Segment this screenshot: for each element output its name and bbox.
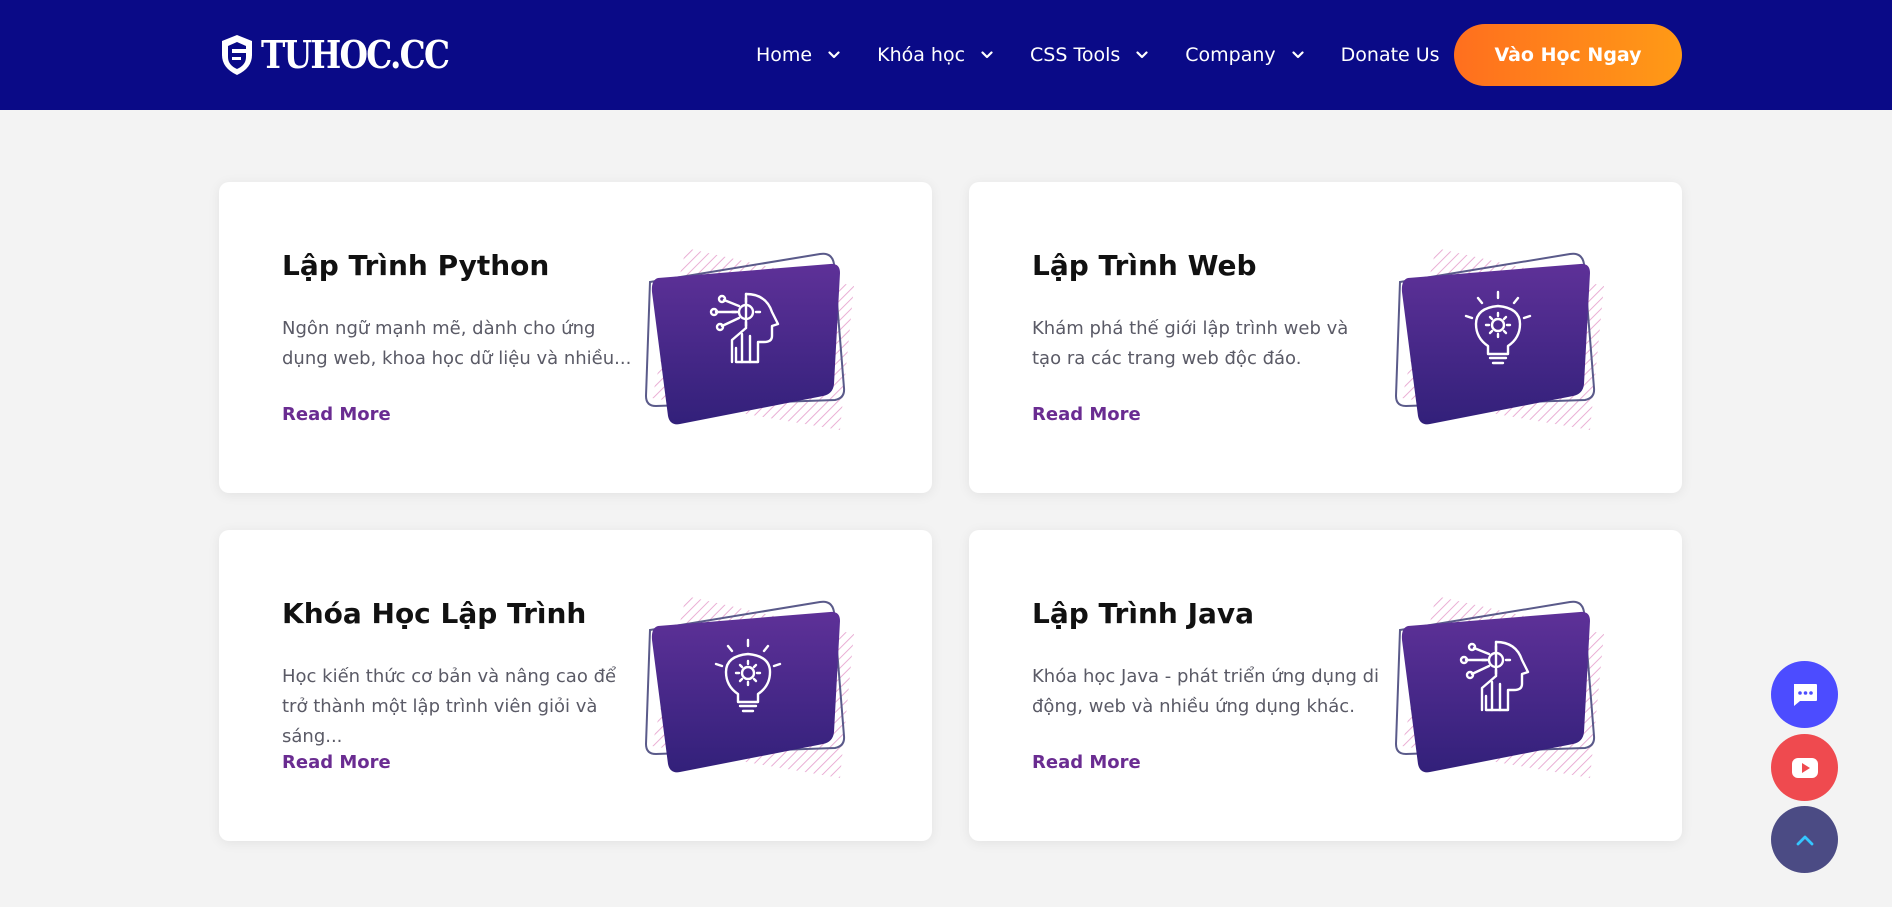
course-card: Khóa Học Lập Trình Học kiến thức cơ bản … xyxy=(219,530,932,841)
nav-item-label: CSS Tools xyxy=(1030,44,1121,66)
read-more-link[interactable]: Read More xyxy=(282,752,391,773)
scroll-to-top-button[interactable] xyxy=(1771,806,1838,873)
course-card: Lập Trình Java Khóa học Java - phát triể… xyxy=(969,530,1682,841)
lightbulb-gear-icon xyxy=(1464,290,1532,365)
chevron-down-icon xyxy=(1136,51,1148,59)
read-more-link[interactable]: Read More xyxy=(1032,752,1141,773)
chat-button[interactable] xyxy=(1771,661,1838,728)
chevron-down-icon xyxy=(1292,51,1304,59)
chevron-down-icon xyxy=(981,51,993,59)
ai-head-icon xyxy=(709,292,780,364)
card-illustration xyxy=(644,248,854,430)
card-description: Ngôn ngữ mạnh mẽ, dành cho ứng dụng web,… xyxy=(282,318,632,369)
youtube-button[interactable] xyxy=(1771,734,1838,801)
nav-item-donate-us[interactable]: Donate Us xyxy=(1341,44,1440,66)
card-title: Lập Trình Python xyxy=(282,249,550,282)
top-navbar: TUHOC.CC Home Khóa học CSS Tools Company… xyxy=(0,0,1892,110)
card-title: Lập Trình Web xyxy=(1032,249,1257,282)
card-illustration xyxy=(644,596,854,778)
course-card: Lập Trình Python Ngôn ngữ mạnh mẽ, dành … xyxy=(219,182,932,493)
nav-item-label: Company xyxy=(1185,44,1276,66)
shield-logo-icon xyxy=(222,35,252,75)
course-card: Lập Trình Web Khám phá thế giới lập trìn… xyxy=(969,182,1682,493)
nav-item-css-tools[interactable]: CSS Tools xyxy=(1030,44,1148,66)
nav-item-khoa-hoc[interactable]: Khóa học xyxy=(877,44,993,66)
nav-item-label: Khóa học xyxy=(877,44,966,66)
site-logo[interactable]: TUHOC.CC xyxy=(219,33,479,77)
ai-head-icon xyxy=(1459,640,1530,712)
card-description: Khóa học Java - phát triển ứng dụng di đ… xyxy=(1032,666,1380,717)
chat-icon xyxy=(1793,683,1817,706)
card-description: Học kiến thức cơ bản và nâng cao để trở … xyxy=(282,666,617,747)
card-title: Khóa Học Lập Trình xyxy=(282,597,587,630)
read-more-link[interactable]: Read More xyxy=(1032,404,1141,425)
lightbulb-gear-icon xyxy=(714,638,782,713)
card-illustration xyxy=(1394,596,1604,778)
chevron-up-icon xyxy=(1796,835,1813,845)
chevron-down-icon xyxy=(828,51,840,59)
nav-item-label: Donate Us xyxy=(1340,44,1440,66)
card-description: Khám phá thế giới lập trình web và tạo r… xyxy=(1032,318,1349,369)
nav-item-label: Home xyxy=(756,44,813,66)
main-nav: Home Khóa học CSS Tools Company Donate U… xyxy=(756,0,1440,110)
start-learning-button[interactable]: Vào Học Ngay xyxy=(1454,24,1682,86)
logo-text: TUHOC.CC xyxy=(261,32,450,77)
card-title: Lập Trình Java xyxy=(1032,597,1255,630)
read-more-link[interactable]: Read More xyxy=(282,404,391,425)
card-illustration xyxy=(1394,248,1604,430)
nav-item-home[interactable]: Home xyxy=(756,44,840,66)
youtube-icon xyxy=(1791,757,1818,778)
nav-item-company[interactable]: Company xyxy=(1185,44,1304,66)
